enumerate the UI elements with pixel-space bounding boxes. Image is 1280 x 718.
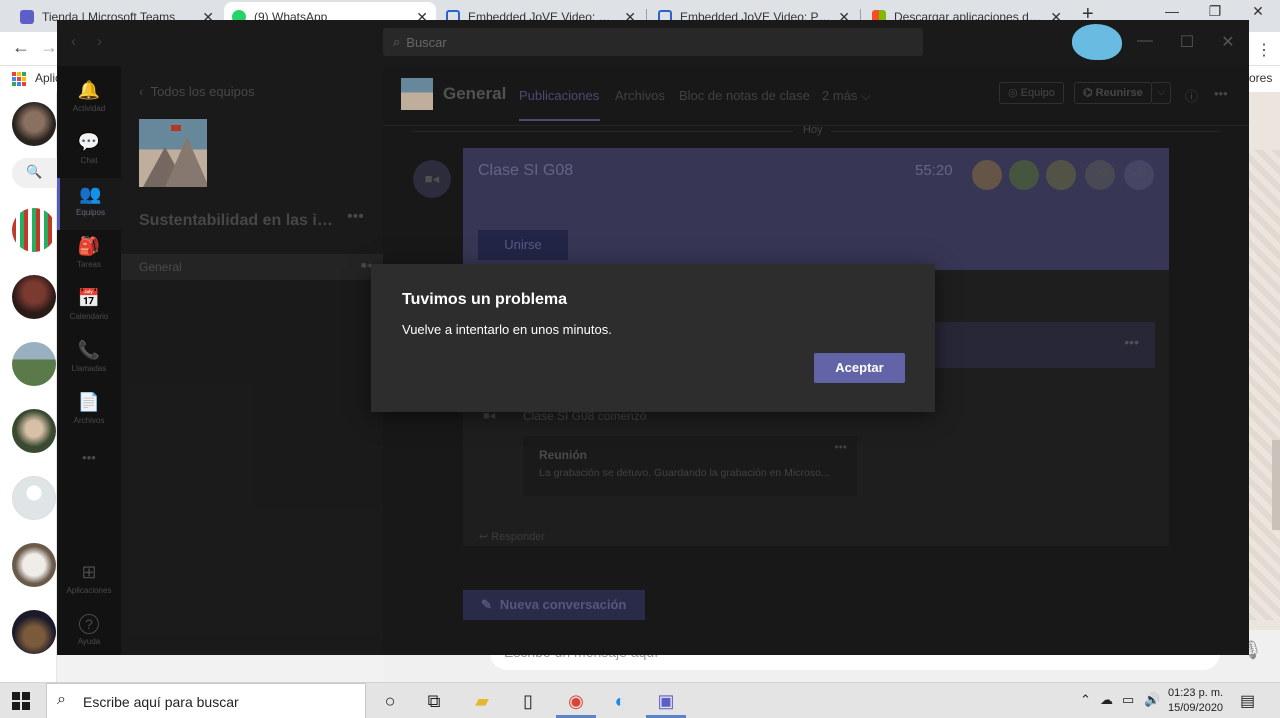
- search-icon: 🔍: [26, 164, 43, 179]
- file-explorer-icon[interactable]: ▰: [470, 689, 494, 713]
- search-icon: ⌕: [57, 691, 66, 708]
- task-view-icon[interactable]: ⧉: [422, 689, 446, 713]
- teams-window: ‹ › ⌕ Buscar — ☐ ✕ 🔔 Actividad 💬 Chat 👥 …: [57, 20, 1249, 655]
- windows-start-icon[interactable]: [12, 692, 30, 710]
- whatsapp-scrollbar[interactable]: [1272, 440, 1280, 530]
- avatar[interactable]: [12, 275, 56, 319]
- avatar[interactable]: [12, 208, 56, 252]
- onedrive-icon[interactable]: ☁: [1100, 692, 1113, 708]
- error-dialog: Tuvimos un problema Vuelve a intentarlo …: [371, 264, 935, 412]
- notepad-icon[interactable]: ▯: [516, 689, 540, 713]
- apps-grid-icon[interactable]: [12, 72, 26, 86]
- volume-icon[interactable]: 🔊: [1144, 692, 1160, 708]
- back-arrow-icon[interactable]: ←: [12, 37, 30, 58]
- taskbar-search-box[interactable]: ⌕ Escribe aquí para buscar: [46, 683, 366, 718]
- teams-favicon-icon: [20, 10, 34, 24]
- battery-icon[interactable]: ▭: [1122, 692, 1134, 708]
- cortana-icon[interactable]: ○: [378, 689, 402, 713]
- taskbar-clock[interactable]: 01:23 p. m. 15/09/2020: [1168, 686, 1223, 716]
- clock-time: 01:23 p. m.: [1168, 687, 1224, 699]
- forward-arrow-icon[interactable]: →: [40, 37, 58, 58]
- avatar[interactable]: [12, 409, 56, 453]
- whatsapp-wallpaper-pattern: [1249, 150, 1280, 620]
- whatsapp-search[interactable]: 🔍: [12, 158, 57, 188]
- avatar[interactable]: [12, 342, 56, 386]
- dialog-message: Vuelve a intentarlo en unos minutos.: [402, 322, 612, 337]
- tray-overflow-icon[interactable]: ⌃: [1080, 692, 1091, 708]
- accept-button[interactable]: Aceptar: [814, 353, 905, 383]
- bookmark-other-label[interactable]: ores: [1249, 71, 1272, 85]
- clock-date: 15/09/2020: [1168, 702, 1224, 714]
- avatar[interactable]: [12, 102, 56, 146]
- avatar[interactable]: [12, 476, 56, 520]
- browser-close-icon[interactable]: ✕: [1238, 3, 1278, 20]
- avatar[interactable]: [12, 610, 56, 654]
- chrome-icon[interactable]: ◉: [564, 689, 588, 713]
- teams-taskbar-icon[interactable]: ▣: [654, 689, 678, 713]
- notification-center-icon[interactable]: ▤: [1240, 691, 1255, 711]
- taskbar-search-placeholder: Escribe aquí para buscar: [83, 694, 239, 710]
- browser-menu-icon[interactable]: ⋮: [1256, 40, 1272, 60]
- dialog-title: Tuvimos un problema: [402, 291, 568, 308]
- browser-restore-icon[interactable]: ❐: [1195, 3, 1235, 20]
- windows-taskbar: ⌕ Escribe aquí para buscar ○ ⧉ ▰ ▯ ◉ ◐ ▣…: [0, 682, 1280, 718]
- edge-icon[interactable]: ◐: [608, 689, 632, 713]
- browser-minimize-icon[interactable]: —: [1152, 3, 1192, 19]
- avatar[interactable]: [12, 543, 56, 587]
